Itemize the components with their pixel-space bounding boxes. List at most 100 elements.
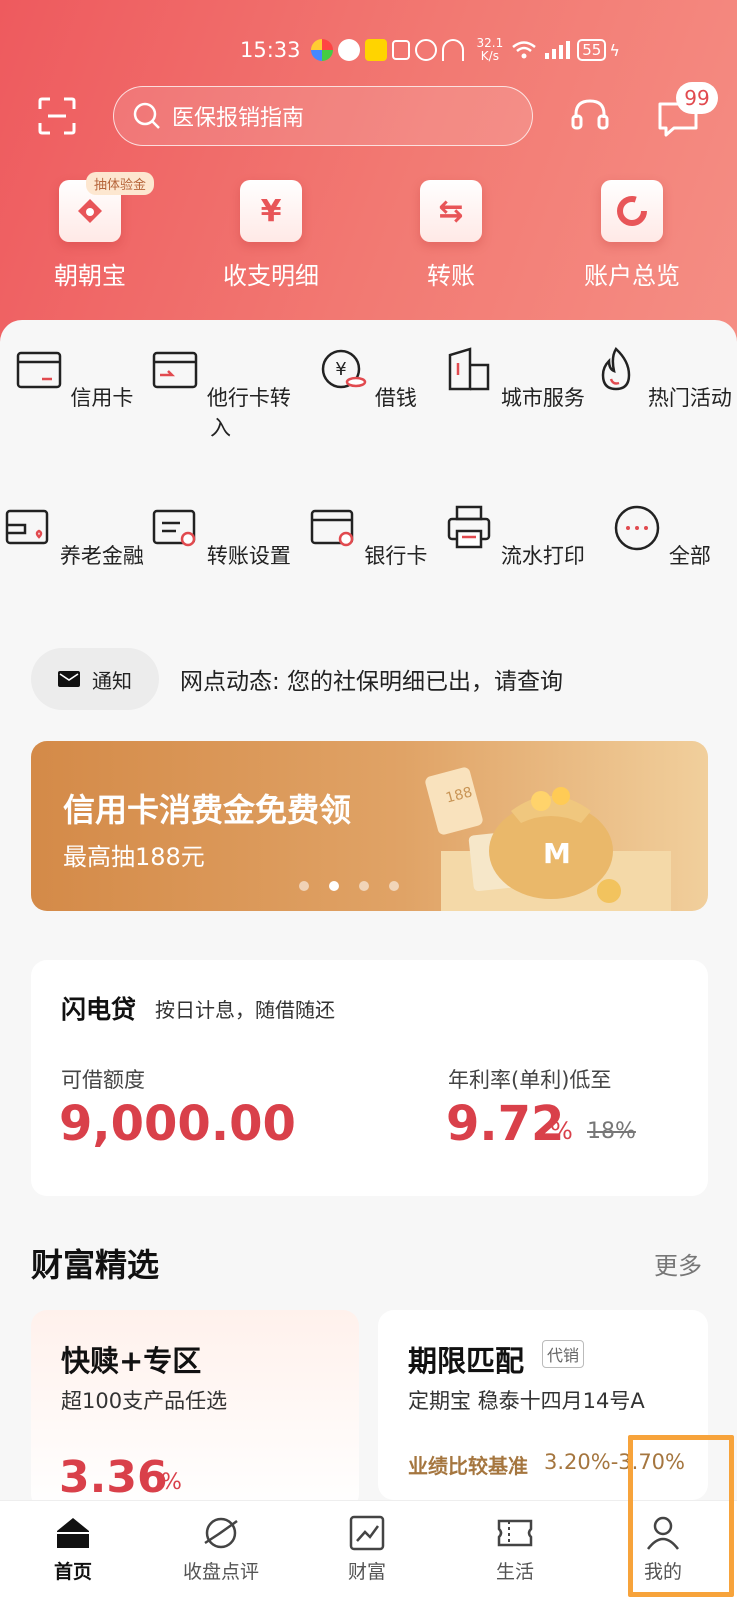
service-transfer-settings[interactable]: 转账设置 [147, 503, 294, 570]
notice-message[interactable]: 网点动态: 您的社保明细已出，请查询 [180, 662, 563, 696]
money-bag-illustration: 188 M [425, 767, 671, 911]
pie-chart-icon [601, 180, 663, 242]
tab-home[interactable]: 首页 [18, 1515, 128, 1584]
mail-icon [58, 671, 80, 687]
tab-market-review[interactable]: 收盘点评 [166, 1515, 276, 1584]
loan-title: 闪电贷 [61, 995, 137, 1024]
carousel-dot[interactable] [389, 881, 399, 891]
pension-card-icon [5, 509, 49, 545]
bank-card-icon [310, 509, 353, 547]
card-transfer-icon [152, 351, 198, 389]
tab-label: 生活 [495, 1561, 534, 1583]
agency-sale-badge: 代销 [542, 1340, 585, 1368]
status-time: 15:33 [240, 38, 301, 62]
carousel-dot[interactable] [359, 881, 369, 891]
loan-limit-value: 9,000.00 [59, 1096, 296, 1152]
quick-action-zhaozhaobao[interactable]: 抽体验金 朝朝宝 [10, 172, 170, 291]
carousel-indicator[interactable] [299, 881, 399, 891]
tab-life[interactable]: 生活 [460, 1515, 570, 1584]
banner-subtitle: 最高抽188元 [63, 843, 205, 871]
flash-loan-card[interactable]: 闪电贷 按日计息，随借随还 可借额度 9,000.00 年利率(单利)低至 9.… [31, 960, 708, 1196]
scan-icon[interactable] [38, 97, 76, 135]
notice-tag[interactable]: 通知 [31, 648, 159, 710]
wealth-card-rate: 3.36 [59, 1452, 168, 1503]
loan-rate-unit: % [550, 1117, 573, 1145]
carousel-dot[interactable] [299, 881, 309, 891]
wealth-section-title: 财富精选 [31, 1246, 160, 1284]
service-borrow[interactable]: ¥ 借钱 [294, 345, 441, 412]
quick-action-transactions[interactable]: ¥ 收支明细 [191, 180, 351, 291]
transfer-icon: ⇆ [420, 180, 482, 242]
tutorial-highlight-box [628, 1435, 734, 1597]
service-pension[interactable]: 养老金融 [0, 503, 147, 570]
wealth-more-link[interactable]: 更多 [654, 1246, 702, 1281]
quick-action-label: 朝朝宝 [54, 262, 126, 290]
quick-action-label: 账户总览 [584, 262, 680, 290]
notice-tag-label: 通知 [92, 668, 132, 693]
service-label: 他行卡转入 [206, 386, 291, 440]
svg-text:M: M [543, 837, 571, 870]
service-bank-card[interactable]: 银行卡 [294, 503, 441, 570]
yy-notification-icon [364, 39, 387, 61]
service-hot-events[interactable]: 热门活动 [588, 345, 735, 412]
loan-description: 按日计息，随借随还 [155, 998, 335, 1022]
ticket-icon [497, 1519, 533, 1547]
signal-icon [545, 41, 571, 59]
search-icon [133, 102, 160, 129]
search-input[interactable]: 医保报销指南 [113, 86, 533, 146]
wealth-card-title: 期限匹配 [408, 1344, 525, 1378]
loan-rate-value: 9.72 [446, 1096, 565, 1152]
home-icon [57, 1518, 89, 1548]
alarm-icon [414, 39, 437, 61]
service-label: 流水打印 [500, 544, 585, 568]
wealth-card-subtitle: 定期宝 稳泰十四月14号A [408, 1389, 645, 1413]
service-label: 转账设置 [206, 544, 291, 568]
service-label: 热门活动 [647, 386, 732, 410]
bottom-tab-bar: 首页 收盘点评 财富 生活 我的 [0, 1500, 737, 1600]
more-icon [614, 505, 660, 551]
quick-action-transfer[interactable]: ⇆ 转账 [371, 180, 531, 291]
quick-actions: 抽体验金 朝朝宝 ¥ 收支明细 ⇆ 转账 账户总览 [0, 172, 737, 300]
network-speed: 32.1 K/s [476, 36, 504, 63]
customer-service-icon[interactable] [570, 96, 610, 136]
battery-indicator: 55 [577, 39, 607, 61]
wealth-card-rate-unit: % [161, 1470, 182, 1495]
wealth-card-title: 快赎+专区 [61, 1344, 202, 1378]
tab-label: 收盘点评 [182, 1561, 259, 1583]
building-icon [448, 347, 490, 391]
status-bar: 15:33 32.1 K/s 55 ϟ [240, 30, 720, 70]
qq-notification-icon [337, 39, 360, 61]
planet-icon [204, 1517, 238, 1549]
loan-limit-label: 可借额度 [61, 1068, 145, 1092]
headphone-status-icon [441, 39, 464, 61]
carousel-dot[interactable] [329, 881, 339, 891]
loan-rate-original: 18% [587, 1119, 636, 1144]
yuan-icon: ¥ [240, 180, 302, 242]
wealth-card-subtitle: 超100支产品任选 [61, 1389, 228, 1413]
printer-icon [447, 505, 491, 549]
app-notification-icon [310, 39, 333, 61]
charging-icon: ϟ [609, 40, 620, 60]
tab-wealth[interactable]: 财富 [312, 1515, 422, 1584]
service-statement-print[interactable]: 流水打印 [441, 503, 588, 570]
tab-label: 首页 [53, 1561, 92, 1583]
promo-tag: 抽体验金 [86, 172, 155, 195]
promo-banner[interactable]: 信用卡消费金免费领 最高抽188元 188 M [31, 741, 708, 911]
svg-text:¥: ¥ [335, 359, 346, 380]
benchmark-label: 业绩比较基准 [408, 1454, 528, 1478]
message-badge: 99 [676, 82, 718, 114]
borrow-money-icon: ¥ [321, 349, 367, 389]
service-other-bank-in[interactable]: 他行卡转入 [147, 345, 294, 442]
service-label: 信用卡 [70, 386, 134, 410]
quick-action-label: 转账 [427, 262, 475, 290]
service-label: 借钱 [374, 386, 417, 410]
service-label: 养老金融 [59, 544, 144, 568]
loan-rate-label: 年利率(单利)低至 [448, 1068, 612, 1092]
flame-icon [601, 347, 631, 391]
service-city[interactable]: 城市服务 [441, 345, 588, 412]
service-credit-card[interactable]: 信用卡 [0, 345, 147, 412]
quick-action-account-overview[interactable]: 账户总览 [552, 180, 712, 291]
credit-card-icon [16, 351, 61, 389]
service-all[interactable]: 全部 [588, 503, 735, 570]
wealth-card-quick-redeem[interactable]: 快赎+专区 超100支产品任选 3.36 % [31, 1310, 359, 1510]
